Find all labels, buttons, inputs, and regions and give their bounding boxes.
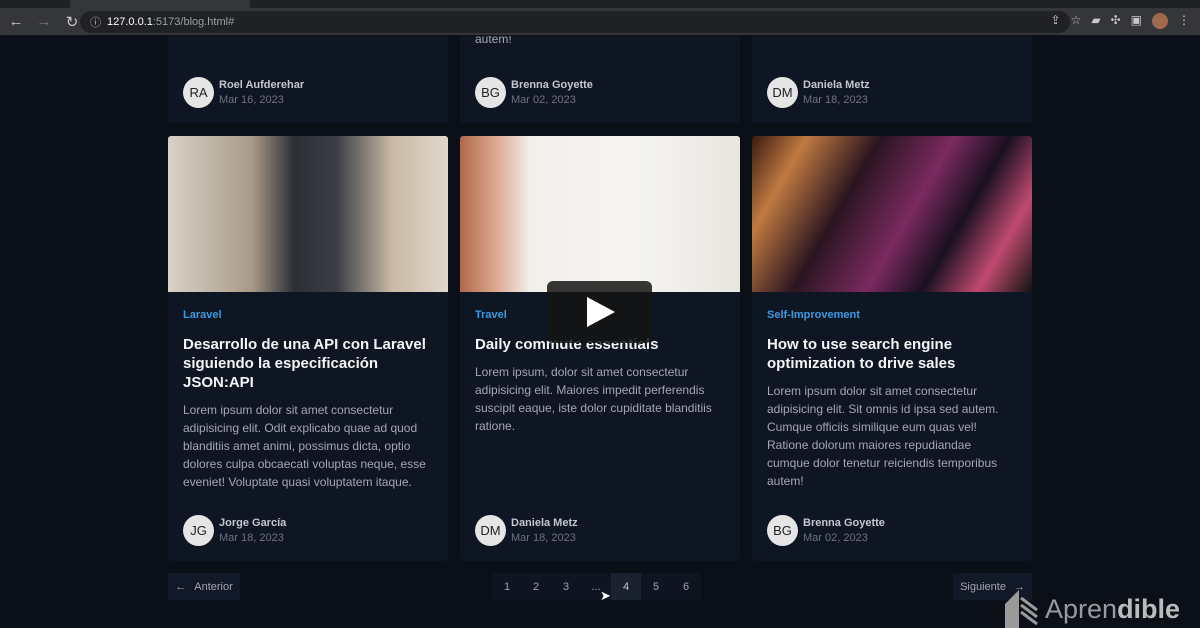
author: JG Jorge García Mar 18, 2023 [183,515,286,546]
post-card[interactable]: DM Daniela Metz Mar 18, 2023 [752,36,1032,123]
page-5[interactable]: 5 [641,573,671,600]
page-2[interactable]: 2 [521,573,551,600]
author: BG Brenna Goyette Mar 02, 2023 [767,515,885,546]
page-6[interactable]: 6 [671,573,701,600]
post-title[interactable]: Desarrollo de una API con Laravel siguie… [183,335,433,392]
post-card[interactable]: Laravel Desarrollo de una API con Larave… [168,136,448,561]
avatar: RA [183,77,214,108]
share-icon[interactable]: ⇪ [1051,13,1061,29]
author: RA Roel Aufderehar Mar 16, 2023 [183,77,304,108]
prev-page-button[interactable]: ← Anterior [168,573,240,600]
post-excerpt: Lorem ipsum dolor sit amet consectetur a… [767,384,999,488]
tab-strip [0,0,1200,8]
puzzle-icon[interactable]: ✣ [1111,13,1121,29]
post-date: Mar 16, 2023 [219,94,284,106]
author: DM Daniela Metz Mar 18, 2023 [767,77,870,108]
address-bar[interactable]: ⓘ 127.0.0.1:5173/blog.html# [80,11,1070,33]
post-card[interactable]: Self-Improvement How to use search engin… [752,136,1032,561]
post-date: Mar 02, 2023 [511,94,576,106]
post-date: Mar 18, 2023 [219,532,284,544]
author-name: Daniela Metz [511,517,578,529]
url-path: :5173/blog.html# [152,16,235,28]
video-play-button[interactable] [547,281,652,343]
page-4-current[interactable]: 4 [611,573,641,600]
post-date: Mar 18, 2023 [803,94,868,106]
sidepanel-icon[interactable]: ▣ [1131,13,1142,29]
page-1[interactable]: 1 [492,573,522,600]
post-card[interactable]: autem! BG Brenna Goyette Mar 02, 2023 [460,36,740,123]
post-image[interactable] [752,136,1032,292]
post-excerpt: Lorem ipsum dolor sit amet consectetur a… [183,403,426,489]
menu-icon[interactable]: ⋮ [1178,13,1190,29]
author: DM Daniela Metz Mar 18, 2023 [475,515,578,546]
post-image[interactable] [460,136,740,292]
bookmark-star-icon[interactable]: ☆ [1071,13,1082,29]
next-label: Siguiente [960,580,1006,593]
prev-label: Anterior [194,580,233,593]
post-excerpt: Lorem ipsum, dolor sit amet consectetur … [475,365,712,433]
post-date: Mar 18, 2023 [511,532,576,544]
post-card[interactable]: Travel Daily commute essentials Lorem ip… [460,136,740,561]
post-title[interactable]: How to use search engine optimization to… [767,335,1017,373]
avatar: BG [475,77,506,108]
post-card[interactable]: RA Roel Aufderehar Mar 16, 2023 [168,36,448,123]
author: BG Brenna Goyette Mar 02, 2023 [475,77,593,108]
mouse-cursor-icon: ➤ [600,588,611,603]
arrow-left-icon: ← [175,580,187,593]
author-name: Roel Aufderehar [219,79,305,91]
author-name: Brenna Goyette [511,79,593,91]
post-image[interactable] [168,136,448,292]
aprendible-logo-icon [1005,590,1038,628]
page-3[interactable]: 3 [551,573,581,600]
url-host: 127.0.0.1 [107,16,153,28]
author-name: Daniela Metz [803,79,870,91]
post-category[interactable]: Self-Improvement [767,309,1017,321]
post-date: Mar 02, 2023 [803,532,868,544]
avatar: DM [767,77,798,108]
back-icon[interactable]: ← [4,13,28,30]
site-info-icon[interactable]: ⓘ [90,14,101,30]
watermark-logo: Apren dible [1005,590,1180,628]
active-tab[interactable] [70,0,250,8]
avatar: DM [475,515,506,546]
avatar: JG [183,515,214,546]
avatar: BG [767,515,798,546]
logo-text-b: dible [1117,593,1181,624]
author-name: Brenna Goyette [803,517,885,529]
extension-icon[interactable]: ▰ [1091,13,1100,29]
forward-icon[interactable]: → [32,13,56,30]
post-category[interactable]: Laravel [183,309,433,321]
author-name: Jorge García [219,517,287,529]
post-excerpt: autem! [475,36,512,46]
profile-avatar[interactable] [1152,13,1168,29]
logo-text-a: Apren [1045,593,1118,624]
browser-toolbar: ← → ↻ ⓘ 127.0.0.1:5173/blog.html# ⇪ ☆ ▰ … [0,8,1200,36]
